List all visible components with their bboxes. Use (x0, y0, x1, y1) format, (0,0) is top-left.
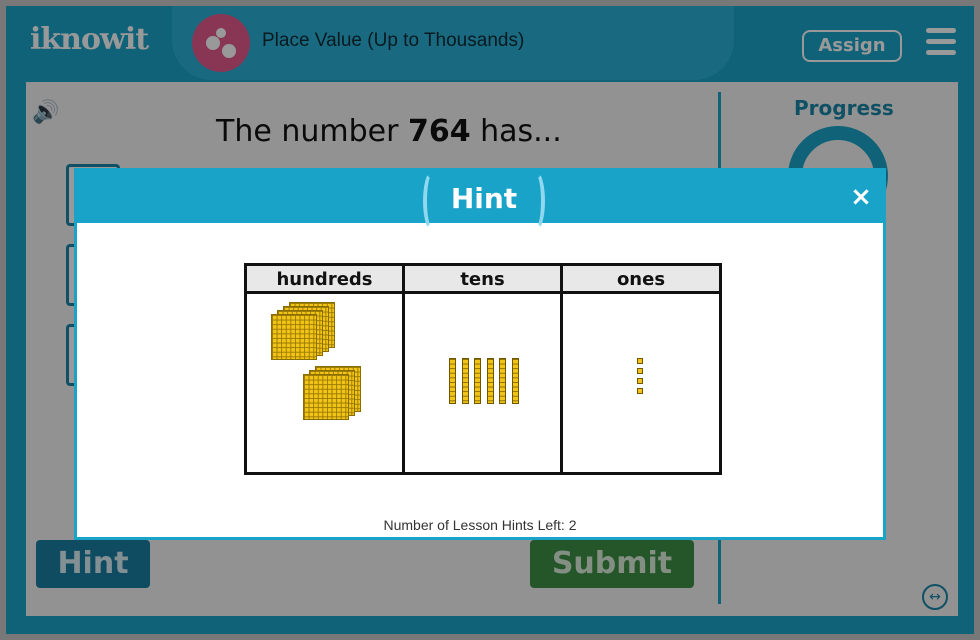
ten-rod (461, 358, 469, 404)
hundred-flat (303, 374, 349, 420)
modal-header: Hint × (77, 171, 883, 231)
ten-rod (511, 358, 519, 404)
hint-modal: Hint × hundreds tens ones Number of Less… (74, 168, 886, 540)
one-cube (637, 388, 643, 394)
column-hundreds: hundreds (247, 266, 405, 472)
ten-rod (474, 358, 481, 404)
one-cube (637, 358, 643, 364)
one-cube (637, 378, 643, 384)
column-header: tens (405, 266, 560, 294)
close-icon[interactable]: × (847, 183, 875, 211)
column-tens: tens (405, 266, 563, 472)
hundred-flat (271, 314, 317, 360)
ten-rod (486, 358, 494, 404)
modal-title: Hint (423, 171, 545, 231)
place-value-table: hundreds tens ones (244, 263, 722, 475)
one-cube (637, 368, 643, 374)
hints-left-text: Number of Lesson Hints Left: 2 (383, 517, 577, 533)
ten-rod (499, 358, 506, 404)
column-header: ones (563, 266, 719, 294)
ten-rod (449, 358, 456, 404)
column-ones: ones (563, 266, 719, 472)
column-header: hundreds (247, 266, 402, 294)
